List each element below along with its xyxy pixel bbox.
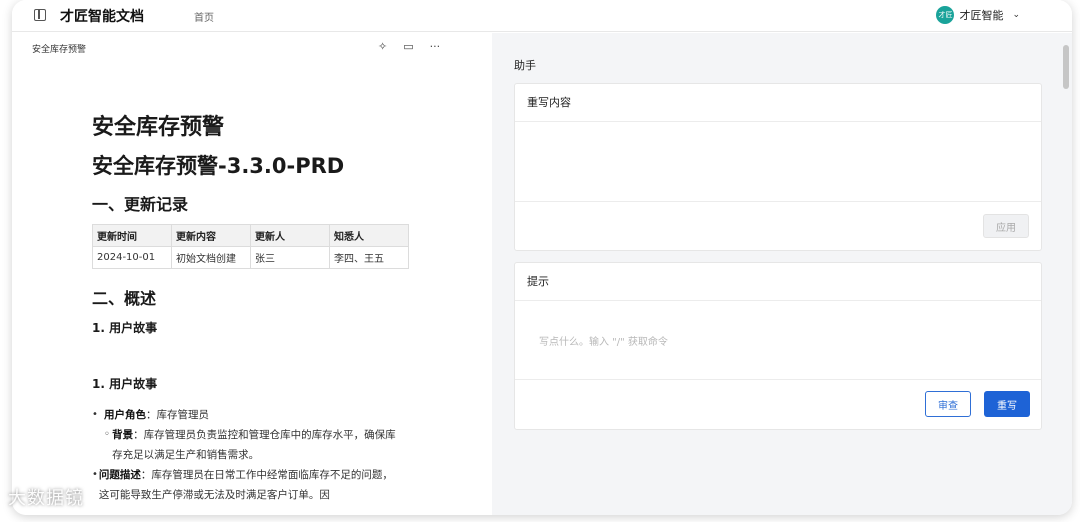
scrollbar[interactable] bbox=[1060, 33, 1072, 515]
ai-sparkle-icon[interactable]: ✧ bbox=[378, 40, 387, 53]
problem-value: ：库存管理员在日常工作中经常面临库存不足的问题，这可能导致生产停滞或无法及时满足… bbox=[98, 469, 393, 501]
problem-label: 问题描述 bbox=[98, 469, 141, 481]
list-item: ◦ 背景：库存管理员负责监控和管理仓库中的库存水平，确保库存充足以满足生产和销售… bbox=[104, 429, 396, 461]
table-cell: 张三 bbox=[250, 246, 330, 269]
avatar: 才匠 bbox=[936, 6, 955, 24]
section-heading-overview: 二、概述 bbox=[92, 289, 157, 308]
hint-input[interactable]: 写点什么。输入 "/" 获取命令 bbox=[539, 333, 668, 348]
apply-button[interactable]: 应用 bbox=[983, 214, 1029, 238]
table-header-cell: 更新时间 bbox=[92, 224, 172, 247]
document-panel: 安全库存预警 ✧ ▭ ··· 安全库存预警 安全库存预警-3.3.0-PRD 一… bbox=[12, 33, 492, 515]
subheading-user-story: 1. 用户故事 bbox=[92, 321, 158, 335]
rewrite-card: 重写内容 应用 bbox=[514, 83, 1042, 251]
divider bbox=[515, 201, 1041, 202]
nav-home-link[interactable]: 首页 bbox=[194, 9, 214, 24]
app-window: 才匠智能文档 首页 才匠 才匠智能 ⌄ 安全库存预警 ✧ ▭ ··· 安全库存预… bbox=[12, 0, 1072, 515]
bullet-list: • 用户角色：库存管理员 ◦ 背景：库存管理员负责监控和管理仓库中的库存水平，确… bbox=[92, 405, 402, 505]
list-item: • 用户角色：库存管理员 bbox=[92, 409, 209, 421]
table-header-row: 更新时间 更新内容 更新人 知悉人 bbox=[92, 224, 409, 247]
user-menu[interactable]: 才匠 才匠智能 ⌄ bbox=[936, 6, 1020, 24]
doc-subtitle: 安全库存预警-3.3.0-PRD bbox=[92, 154, 345, 178]
table-header-cell: 更新人 bbox=[250, 224, 330, 247]
scroll-thumb[interactable] bbox=[1063, 45, 1069, 89]
table-header-cell: 更新内容 bbox=[171, 224, 251, 247]
role-value: ：库存管理员 bbox=[146, 409, 209, 421]
list-item: • 问题描述：库存管理员在日常工作中经常面临库存不足的问题，这可能导致生产停滞或… bbox=[92, 469, 393, 501]
table-header-cell: 知悉人 bbox=[329, 224, 409, 247]
subheading-user-story-2: 1. 用户故事 bbox=[92, 377, 158, 391]
rewrite-button[interactable]: 重写 bbox=[984, 391, 1030, 417]
role-label: 用户角色 bbox=[104, 409, 146, 421]
table-row: 2024-10-01 初始文档创建 张三 李四、王五 bbox=[92, 246, 409, 269]
update-records-table: 更新时间 更新内容 更新人 知悉人 2024-10-01 初始文档创建 张三 李… bbox=[92, 224, 409, 269]
hint-card-title: 提示 bbox=[515, 263, 1041, 301]
rewrite-card-title: 重写内容 bbox=[515, 84, 1041, 122]
assistant-label: 助手 bbox=[514, 59, 536, 72]
doc-toolbar: ✧ ▭ ··· bbox=[378, 40, 440, 53]
divider bbox=[515, 379, 1041, 380]
table-cell: 初始文档创建 bbox=[171, 246, 251, 269]
watermark: 大数据镜 bbox=[8, 488, 84, 509]
table-cell: 李四、王五 bbox=[329, 246, 409, 269]
sidebar-toggle-icon[interactable] bbox=[34, 9, 46, 21]
chevron-down-icon: ⌄ bbox=[1012, 10, 1020, 20]
bg-label: 背景 bbox=[112, 429, 134, 441]
review-button[interactable]: 审查 bbox=[925, 391, 971, 417]
top-bar: 才匠智能文档 首页 才匠 才匠智能 ⌄ bbox=[12, 0, 1072, 32]
assistant-panel: 助手 重写内容 应用 提示 写点什么。输入 "/" 获取命令 审查 重写 bbox=[492, 33, 1060, 515]
section-heading-records: 一、更新记录 bbox=[92, 195, 189, 214]
doc-header-title: 安全库存预警 bbox=[32, 45, 87, 55]
table-cell: 2024-10-01 bbox=[92, 246, 172, 269]
bg-value: ：库存管理员负责监控和管理仓库中的库存水平，确保库存充足以满足生产和销售需求。 bbox=[112, 429, 396, 461]
hint-card: 提示 写点什么。输入 "/" 获取命令 审查 重写 bbox=[514, 262, 1042, 430]
comment-icon[interactable]: ▭ bbox=[403, 40, 413, 53]
user-name: 才匠智能 bbox=[959, 9, 1004, 22]
app-title: 才匠智能文档 bbox=[60, 9, 144, 25]
more-icon[interactable]: ··· bbox=[430, 40, 441, 53]
doc-title: 安全库存预警 bbox=[92, 115, 225, 140]
